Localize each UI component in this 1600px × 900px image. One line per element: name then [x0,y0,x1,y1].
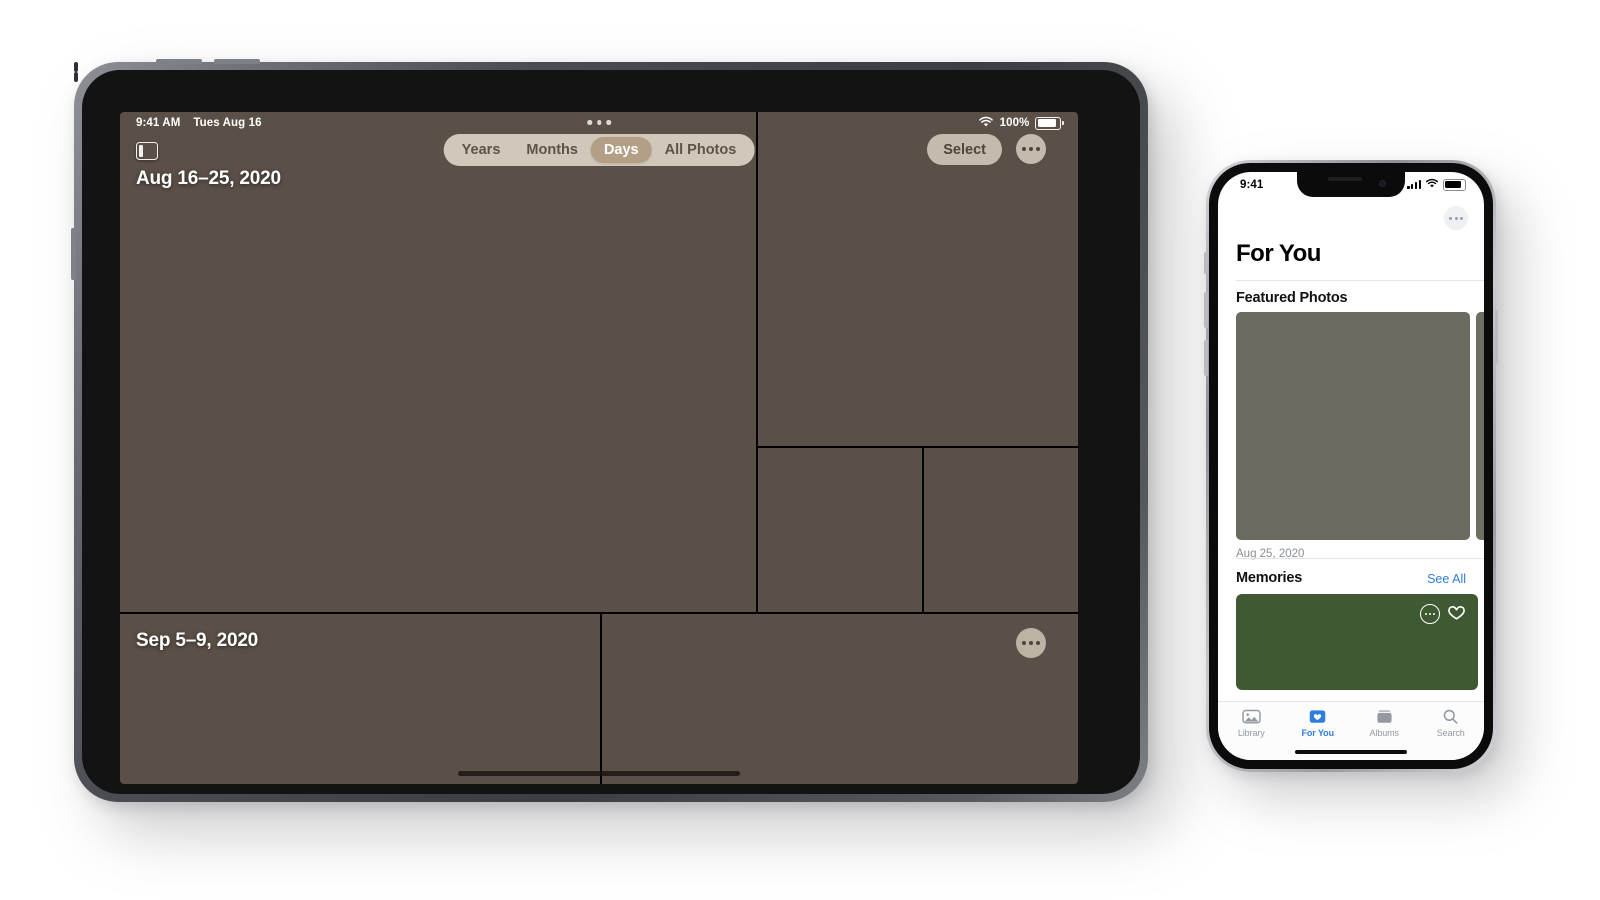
ellipsis-circle-icon[interactable] [1420,604,1440,624]
segment-days[interactable]: Days [590,137,652,163]
ipad-device: 9:41 AM Tues Aug 16 100% Years Months Da… [71,59,1148,802]
iphone-mute-switch[interactable] [1204,252,1208,274]
featured-photo-card[interactable] [1236,312,1470,540]
ipad-side-detail-2 [74,72,78,82]
iphone-bezel: 9:41 For You Featured Photos Aug 25, 202… [1209,163,1493,769]
home-indicator[interactable] [458,771,740,776]
iphone-notch [1297,172,1405,197]
heart-icon[interactable] [1447,603,1466,622]
segment-years[interactable]: Years [449,137,514,163]
featured-photos-label: Featured Photos [1236,290,1348,306]
ipad-bezel: 9:41 AM Tues Aug 16 100% Years Months Da… [82,70,1140,794]
albums-icon [1375,708,1394,725]
featured-photo-peek[interactable] [1476,312,1484,540]
earpiece-speaker [1328,177,1362,181]
ellipsis-icon-top[interactable] [1016,134,1046,164]
memories-label: Memories [1236,570,1303,586]
segment-months[interactable]: Months [513,137,591,163]
divider-memories [1236,558,1484,559]
sidebar-toggle-icon[interactable] [136,142,158,160]
see-all-link[interactable]: See All [1427,572,1466,586]
photo-tile-blossom-right[interactable] [602,614,1078,784]
ipad-side-detail [74,62,78,72]
iphone-power-button[interactable] [1494,310,1498,364]
timeline-segmented-control[interactable]: Years Months Days All Photos [443,134,755,166]
photo-tile-single-bee[interactable] [924,448,1078,612]
photos-grid [120,112,1078,784]
iphone-screen: 9:41 For You Featured Photos Aug 25, 202… [1218,172,1484,760]
tab-label: Search [1436,728,1465,738]
drag-handle-icon[interactable] [587,120,611,125]
wifi-icon [1425,178,1439,192]
front-camera-icon [1379,180,1386,187]
for-you-icon [1308,708,1327,725]
divider-top [1236,280,1484,281]
ipad-screen: 9:41 AM Tues Aug 16 100% Years Months Da… [120,112,1078,784]
iphone-device: 9:41 For You Featured Photos Aug 25, 202… [1204,160,1498,772]
tab-for-you[interactable]: For You [1285,708,1352,738]
ipad-volume-up-button[interactable] [156,59,202,64]
memory-card[interactable] [1236,594,1478,690]
tab-search[interactable]: Search [1418,708,1485,738]
ipad-power-button[interactable] [71,228,76,280]
ellipsis-icon[interactable] [1444,206,1468,230]
section-title-sep: Sep 5–9, 2020 [136,630,259,651]
home-indicator[interactable] [1295,749,1407,754]
status-time: 9:41 [1240,178,1264,191]
tab-label: For You [1301,728,1335,738]
ipad-volume-down-button[interactable] [214,59,260,64]
tab-label: Albums [1369,728,1400,738]
battery-icon [1443,178,1466,191]
section-title-aug: Aug 16–25, 2020 [136,168,281,189]
segment-all-photos[interactable]: All Photos [652,137,750,163]
cellular-signal-icon [1407,180,1421,189]
photos-library-icon [1242,708,1261,725]
page-title: For You [1236,240,1321,267]
photo-tile-hive[interactable] [758,448,922,612]
tab-label: Library [1237,728,1265,738]
tab-library[interactable]: Library [1218,708,1285,738]
iphone-volume-down-button[interactable] [1204,340,1208,376]
select-button[interactable]: Select [927,134,1002,165]
search-icon [1441,708,1460,725]
tab-albums[interactable]: Albums [1351,708,1418,738]
ellipsis-icon-bottom[interactable] [1016,628,1046,658]
iphone-volume-up-button[interactable] [1204,292,1208,328]
